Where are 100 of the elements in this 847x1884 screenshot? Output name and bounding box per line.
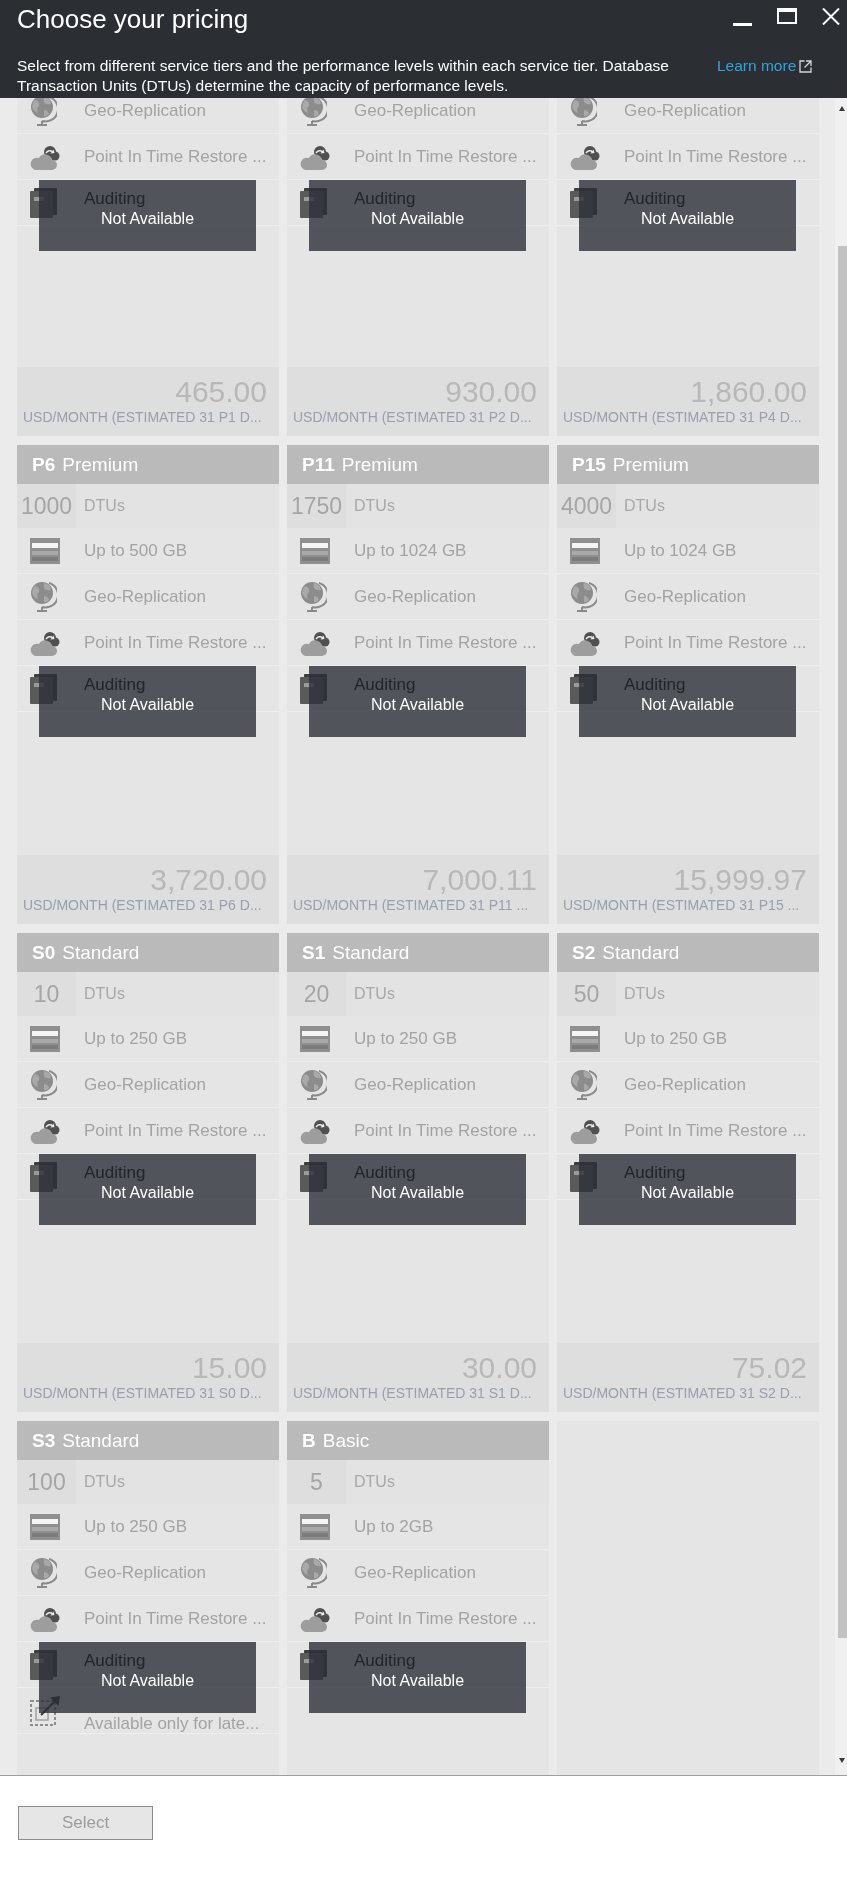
feature-label: Geo-Replication — [624, 101, 746, 120]
tier-name: Standard — [62, 1429, 140, 1452]
price-note: USD/MONTH (ESTIMATED 31 S1 D... — [293, 1385, 533, 1402]
feature-label: Point In Time Restore ... — [354, 147, 537, 166]
dtu-unit: DTUs — [624, 985, 665, 1003]
dtu-count: 50 — [557, 972, 616, 1016]
scroll-up-icon[interactable] — [839, 106, 845, 111]
maximize-button[interactable] — [777, 8, 797, 24]
tier-code: B — [302, 1429, 316, 1452]
maximize-icon — [777, 8, 797, 24]
feature-label: Point In Time Restore ... — [84, 633, 267, 652]
tier-name: Basic — [322, 1429, 370, 1452]
globe-icon — [570, 581, 597, 612]
cloud-icon — [300, 629, 330, 656]
tier-code: S1 — [302, 941, 326, 964]
dtu-count: 1750 — [287, 484, 346, 528]
storage-icon — [300, 1025, 330, 1052]
cloud-icon — [570, 143, 600, 170]
price-note: USD/MONTH (ESTIMATED 31 P15 ... — [563, 897, 801, 914]
tier-name: Standard — [602, 941, 680, 964]
storage-icon — [570, 537, 600, 564]
feature-label: Up to 250 GB — [84, 1029, 187, 1048]
feature-label: Geo-Replication — [354, 1563, 476, 1582]
feature-label: Geo-Replication — [84, 1075, 206, 1094]
scrollbar-track[interactable] — [835, 98, 847, 1775]
globe-icon — [30, 98, 57, 126]
panel-title: Choose your pricing — [17, 3, 249, 36]
feature-label: Point In Time Restore ... — [84, 147, 267, 166]
dtu-count: 5 — [287, 1460, 346, 1504]
dtu-unit: DTUs — [354, 497, 395, 515]
storage-icon — [30, 1025, 60, 1052]
storage-icon — [570, 1025, 600, 1052]
globe-icon — [30, 1557, 57, 1588]
tier-code: P6 — [32, 453, 56, 476]
feature-label: Point In Time Restore ... — [84, 1609, 267, 1628]
cloud-icon — [30, 1117, 60, 1144]
feature-label: Point In Time Restore ... — [354, 1121, 537, 1140]
feature-label: Point In Time Restore ... — [354, 1609, 537, 1628]
feature-label: Point In Time Restore ... — [624, 1121, 807, 1140]
storage-icon — [300, 537, 330, 564]
dtu-count: 10 — [17, 972, 76, 1016]
price-note: USD/MONTH (ESTIMATED 31 P4 D... — [563, 409, 803, 426]
feature-label: Geo-Replication — [354, 101, 476, 120]
feature-label: Up to 250 GB — [624, 1029, 727, 1048]
globe-icon — [30, 1069, 57, 1100]
tier-code: P15 — [572, 453, 606, 476]
feature-label: Up to 2GB — [354, 1517, 434, 1536]
feature-label: Geo-Replication — [84, 101, 206, 120]
feature-label: Geo-Replication — [84, 587, 206, 606]
scrollbar-thumb[interactable] — [838, 246, 847, 1638]
feature-label: Point In Time Restore ... — [354, 633, 537, 652]
feature-label: Up to 250 GB — [84, 1517, 187, 1536]
tier-code: S2 — [572, 941, 596, 964]
feature-label: Point In Time Restore ... — [624, 147, 807, 166]
globe-icon — [300, 98, 327, 126]
feature-label: Geo-Replication — [624, 587, 746, 606]
cloud-icon — [300, 1605, 330, 1632]
dtu-unit: DTUs — [84, 985, 125, 1003]
intro-text: Select from different service tiers and the performance levels within each service tier. Database Transaction Units (DTUs) determine the capacity of performance levels. — [17, 56, 670, 96]
globe-icon — [570, 98, 597, 126]
globe-icon — [570, 1069, 597, 1100]
cloud-icon — [570, 629, 600, 656]
learn-more-link[interactable]: Learn more — [717, 56, 813, 76]
tier-name: Premium — [341, 453, 418, 476]
minimize-icon — [733, 23, 752, 26]
cloud-icon — [30, 1605, 60, 1632]
feature-label: Up to 1024 GB — [354, 541, 467, 560]
cloud-icon — [300, 1117, 330, 1144]
feature-label: Up to 250 GB — [354, 1029, 457, 1048]
dtu-count: 4000 — [557, 484, 616, 528]
globe-icon — [300, 1069, 327, 1100]
dtu-unit: DTUs — [354, 1473, 395, 1491]
feature-label: Geo-Replication — [624, 1075, 746, 1094]
feature-label: Up to 500 GB — [84, 541, 187, 560]
tier-name: Premium — [62, 453, 139, 476]
dtu-unit: DTUs — [84, 497, 125, 515]
dtu-unit: DTUs — [354, 985, 395, 1003]
external-link-icon — [799, 59, 813, 73]
tier-code: S0 — [32, 941, 56, 964]
price-note: USD/MONTH (ESTIMATED 31 S2 D... — [563, 1385, 803, 1402]
dtu-count: 100 — [17, 1460, 76, 1504]
tier-code: P11 — [302, 453, 335, 476]
storage-icon — [300, 1513, 330, 1540]
feature-label: Point In Time Restore ... — [84, 1121, 267, 1140]
feature-label: Up to 1024 GB — [624, 541, 737, 560]
tier-name: Standard — [332, 941, 410, 964]
price-note: USD/MONTH (ESTIMATED 31 P6 D... — [23, 897, 263, 914]
cloud-icon — [30, 629, 60, 656]
globe-icon — [300, 581, 327, 612]
feature-label: Geo-Replication — [354, 1075, 476, 1094]
storage-icon — [30, 537, 60, 564]
tier-code: S3 — [32, 1429, 56, 1452]
scroll-down-icon[interactable] — [839, 1758, 845, 1763]
globe-icon — [30, 581, 57, 612]
storage-icon — [30, 1513, 60, 1540]
feature-label: Available only for late... — [84, 1715, 260, 1733]
close-button[interactable] — [822, 8, 840, 25]
price-note: USD/MONTH (ESTIMATED 31 P2 D... — [293, 409, 533, 426]
cloud-icon — [570, 1117, 600, 1144]
tier-name: Premium — [612, 453, 689, 476]
